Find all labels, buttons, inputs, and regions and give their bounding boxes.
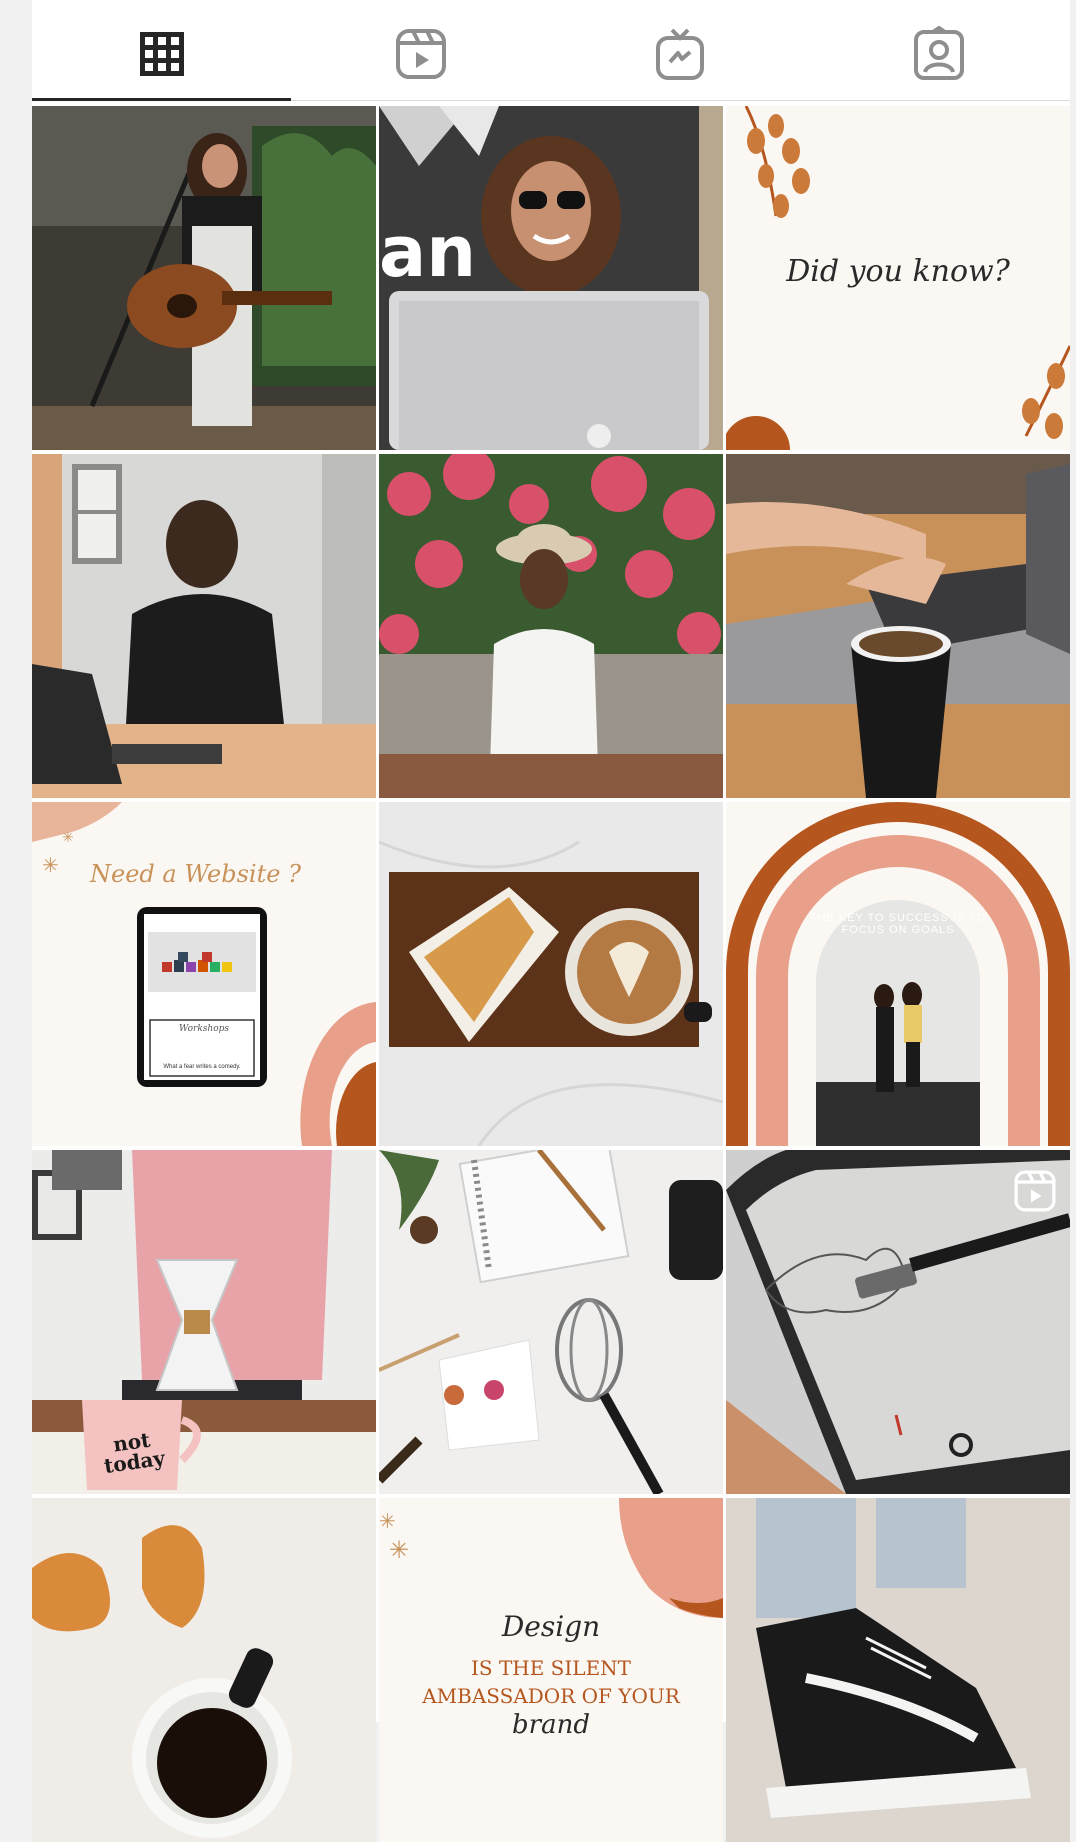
tagged-icon [913,26,964,80]
posts-grid: an Did you know? ✳ ✳ Need a Website ? Wo… [32,106,1070,1842]
tab-igtv[interactable] [550,8,809,100]
post-tile-notebook-whisk[interactable] [379,1150,723,1494]
website-screen-line: What a fear writes a comedy. [163,1064,241,1070]
arch-text: THE KEY TO SUCCESS IS TO FOCUS ON GOALS [809,912,987,936]
tab-reels[interactable] [291,8,550,100]
post-caption: Did you know? [786,254,1010,289]
post-tile-key-to-success[interactable]: THE KEY TO SUCCESS IS TO FOCUS ON GOALS [726,802,1070,1146]
quote-script: Design [501,1610,601,1643]
post-tile-typing-coffee[interactable] [726,454,1070,798]
tab-posts[interactable] [32,8,291,101]
grid-icon [139,32,184,76]
svg-text:✳: ✳ [389,1537,409,1564]
quote-line-2: AMBASSADOR OF YOUR [422,1684,680,1708]
quote-script-2: brand [512,1710,590,1740]
post-tile-tablet-sketch[interactable] [726,1150,1070,1494]
post-tile-flowers-woman[interactable] [379,454,723,798]
active-tab-indicator [32,98,291,101]
website-screen-heading: Workshops [178,1024,230,1034]
post-tile-man-desk[interactable] [32,454,376,798]
profile-tab-bar [32,8,1070,101]
post-caption: Need a Website ? [90,860,301,888]
svg-text:✳: ✳ [62,829,74,845]
post-tile-coffee-pie[interactable] [379,802,723,1146]
igtv-icon [655,28,704,80]
reels-icon [395,29,446,79]
svg-text:✳: ✳ [42,855,59,877]
post-tile-musician[interactable] [32,106,376,450]
quote-line-1: IS THE SILENT [470,1656,632,1680]
post-tile-pour-over[interactable]: not today [32,1150,376,1494]
post-tile-need-website[interactable]: ✳ ✳ Need a Website ? Workshops What a fe… [32,802,376,1146]
tab-tagged[interactable] [809,8,1068,100]
svg-text:an: an [379,211,476,293]
post-tile-coffee-cup[interactable] [32,1498,376,1842]
post-tile-laptop-woman[interactable]: an [379,106,723,450]
post-tile-did-you-know[interactable]: Did you know? [726,106,1070,450]
post-tile-design-quote[interactable]: ✳ ✳ Design IS THE SILENT AMBASSADOR OF Y… [379,1498,723,1842]
profile-page: an Did you know? ✳ ✳ Need a Website ? Wo… [32,0,1070,1842]
post-tile-sneakers[interactable] [726,1498,1070,1842]
reels-icon [1014,1170,1056,1212]
svg-text:✳: ✳ [379,1511,396,1533]
